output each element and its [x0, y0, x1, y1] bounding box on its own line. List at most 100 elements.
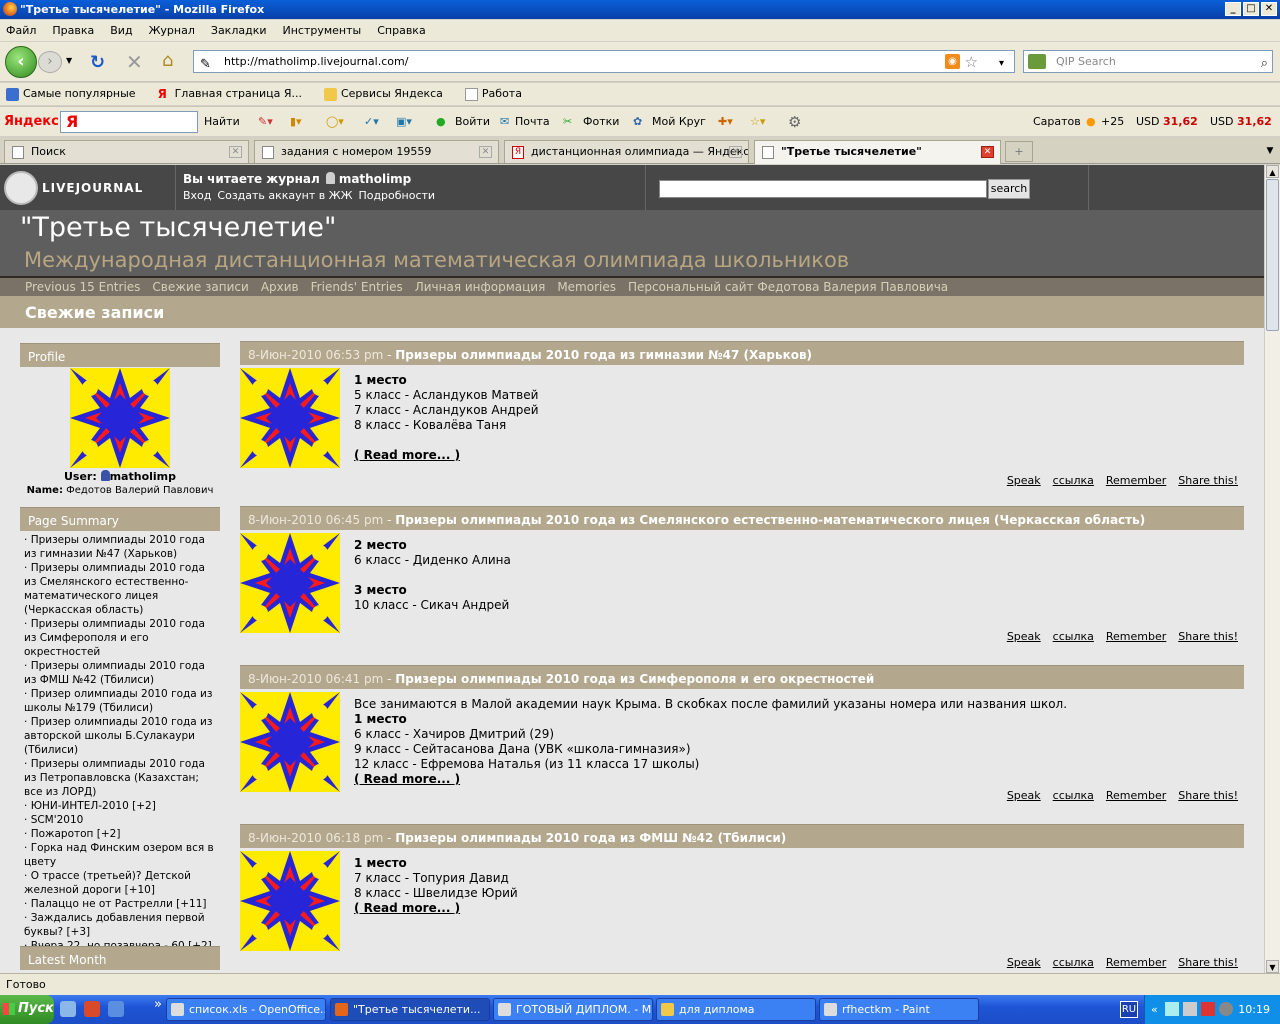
- speak-link[interactable]: Speak: [1007, 474, 1041, 487]
- tab-tasks[interactable]: задания с номером 19559 ✕: [254, 140, 499, 163]
- userpic[interactable]: [70, 368, 170, 468]
- close-tab-icon[interactable]: ✕: [229, 146, 242, 158]
- post-title[interactable]: Призеры олимпиады 2010 года из гимназии …: [395, 348, 812, 362]
- bars-icon[interactable]: ▮▾: [290, 107, 302, 137]
- nav-recent[interactable]: Свежие записи: [152, 278, 248, 296]
- weather-temp[interactable]: +25: [1101, 107, 1124, 137]
- read-more-link[interactable]: ( Read more... ): [354, 448, 1234, 463]
- share-link[interactable]: Share this!: [1178, 956, 1238, 969]
- share-link[interactable]: Share this!: [1178, 789, 1238, 802]
- post-userpic[interactable]: [240, 533, 340, 633]
- read-more-link[interactable]: ( Read more... ): [354, 772, 1234, 787]
- usd-rate-1[interactable]: USD 31,62: [1136, 107, 1198, 137]
- close-window-button[interactable]: ✕: [1261, 2, 1277, 16]
- language-indicator[interactable]: RU: [1120, 1001, 1138, 1018]
- back-button[interactable]: ‹: [5, 46, 37, 78]
- close-tab-icon[interactable]: ✕: [981, 146, 994, 158]
- scroll-thumb[interactable]: [1266, 179, 1279, 331]
- scroll-down-icon[interactable]: ▼: [1266, 960, 1279, 973]
- summary-link[interactable]: Призеры олимпиады 2010 года из гимназии …: [24, 534, 205, 560]
- tray-network-icon[interactable]: [1165, 1002, 1179, 1016]
- bookmark-work[interactable]: Работа: [464, 83, 522, 105]
- bookmark-yandex-services[interactable]: Сервисы Яндекса: [323, 83, 443, 105]
- menu-history[interactable]: Журнал: [149, 20, 195, 41]
- settings-gear-icon[interactable]: ⚙: [788, 107, 801, 137]
- speak-link[interactable]: Speak: [1007, 630, 1041, 643]
- nav-profile[interactable]: Личная информация: [415, 278, 546, 296]
- post-title[interactable]: Призеры олимпиады 2010 года из ФМШ №42 (…: [395, 831, 786, 845]
- menu-bookmarks[interactable]: Закладки: [211, 20, 267, 41]
- check-icon[interactable]: ✓▾: [364, 107, 379, 137]
- login-link[interactable]: Вход: [183, 189, 211, 202]
- permalink[interactable]: ссылка: [1053, 789, 1094, 802]
- chat-icon[interactable]: ◯▾: [326, 107, 344, 137]
- home-icon[interactable]: ⌂: [162, 50, 173, 71]
- bookmark-star-icon[interactable]: ☆: [965, 52, 978, 73]
- menu-file[interactable]: Файл: [6, 20, 36, 41]
- yandex-find-button[interactable]: Найти: [204, 107, 240, 137]
- maximize-button[interactable]: □: [1243, 2, 1259, 16]
- tray-usb-icon[interactable]: [1183, 1002, 1197, 1016]
- close-tab-icon[interactable]: ✕: [729, 146, 742, 158]
- menu-tools[interactable]: Инструменты: [283, 20, 362, 41]
- post-userpic[interactable]: [240, 692, 340, 792]
- share-link[interactable]: Share this!: [1178, 474, 1238, 487]
- summary-comments-link[interactable]: [+10]: [125, 884, 155, 896]
- post-title[interactable]: Призеры олимпиады 2010 года из Симферопо…: [395, 672, 874, 686]
- search-engine-icon[interactable]: [1028, 54, 1046, 69]
- summary-link[interactable]: Палаццо не от Растрелли: [31, 898, 173, 910]
- tab-list-button[interactable]: ▼: [1263, 141, 1277, 162]
- menu-view[interactable]: Вид: [110, 20, 132, 41]
- details-link[interactable]: Подробности: [358, 189, 435, 202]
- quicklaunch-skype-icon[interactable]: [108, 1001, 124, 1017]
- remember-link[interactable]: Remember: [1106, 789, 1166, 802]
- nav-archive[interactable]: Архив: [261, 278, 299, 296]
- summary-link[interactable]: Призеры олимпиады 2010 года из Симферопо…: [24, 618, 205, 658]
- speak-link[interactable]: Speak: [1007, 956, 1041, 969]
- close-tab-icon[interactable]: ✕: [479, 146, 492, 158]
- tray-security-icon[interactable]: [1201, 1002, 1215, 1016]
- nav-personal-site[interactable]: Персональный сайт Федотова Валерия Павло…: [628, 278, 948, 296]
- summary-comments-link[interactable]: [+3]: [66, 926, 90, 938]
- start-button[interactable]: Пуск: [0, 995, 54, 1024]
- profile-user-link[interactable]: matholimp: [110, 470, 176, 483]
- history-dropdown-icon[interactable]: ▼: [66, 56, 72, 65]
- new-tab-button[interactable]: +: [1005, 141, 1033, 162]
- menu-edit[interactable]: Правка: [52, 20, 94, 41]
- summary-link[interactable]: Призер олимпиады 2010 года из авторской …: [24, 716, 212, 756]
- yandex-photos-button[interactable]: Фотки: [583, 107, 619, 137]
- journal-username[interactable]: matholimp: [339, 172, 411, 186]
- summary-comments-link[interactable]: [+11]: [176, 898, 206, 910]
- summary-link[interactable]: Призер олимпиады 2010 года из школы №179…: [24, 688, 212, 714]
- create-account-link[interactable]: Создать аккаунт в ЖЖ: [217, 189, 352, 202]
- summary-link[interactable]: SCM'2010: [31, 814, 84, 826]
- page-scrollbar[interactable]: ▲ ▼: [1264, 165, 1280, 973]
- summary-link[interactable]: Пожаротоп: [31, 828, 94, 840]
- bookmark-popular[interactable]: Самые популярные: [6, 83, 136, 105]
- read-more-link[interactable]: ( Read more... ): [354, 901, 1234, 916]
- tray-volume-icon[interactable]: [1219, 1002, 1233, 1016]
- gift-icon[interactable]: ✚▾: [718, 107, 733, 137]
- tab-current[interactable]: "Третье тысячелетие" ✕: [754, 140, 1001, 164]
- post-userpic[interactable]: [240, 368, 340, 468]
- nav-friends[interactable]: Friends' Entries: [311, 278, 403, 296]
- bookmark-yandex-home[interactable]: Я Главная страница Я...: [158, 83, 302, 105]
- summary-link[interactable]: Заждались добавления первой буквы?: [24, 912, 205, 938]
- permalink[interactable]: ссылка: [1053, 630, 1094, 643]
- summary-link[interactable]: Горка над Финским озером вся в цвету: [24, 842, 214, 868]
- favorites-star-icon[interactable]: ☆▾: [750, 107, 765, 137]
- yandex-mail-button[interactable]: Почта: [515, 107, 550, 137]
- yandex-logo[interactable]: Яндекс: [4, 107, 59, 137]
- weather-city[interactable]: Саратов: [1033, 107, 1081, 137]
- translate-icon[interactable]: ▣▾: [396, 107, 412, 137]
- tab-yandex[interactable]: Ядистанционная олимпиада — Яндекс... ✕: [504, 140, 749, 163]
- forward-button[interactable]: ›: [38, 51, 62, 73]
- rss-icon[interactable]: ◉: [945, 54, 960, 69]
- share-link[interactable]: Share this!: [1178, 630, 1238, 643]
- menu-help[interactable]: Справка: [377, 20, 425, 41]
- post-date[interactable]: 8-Июн-2010 06:45 pm: [248, 513, 383, 527]
- task-firefox[interactable]: "Третье тысячелети...: [330, 998, 490, 1021]
- summary-link[interactable]: Призеры олимпиады 2010 года из Смелянско…: [24, 562, 205, 616]
- quicklaunch-more-icon[interactable]: »: [154, 997, 162, 1012]
- task-word[interactable]: ГОТОВЫЙ ДИПЛОМ. - М...: [493, 998, 653, 1021]
